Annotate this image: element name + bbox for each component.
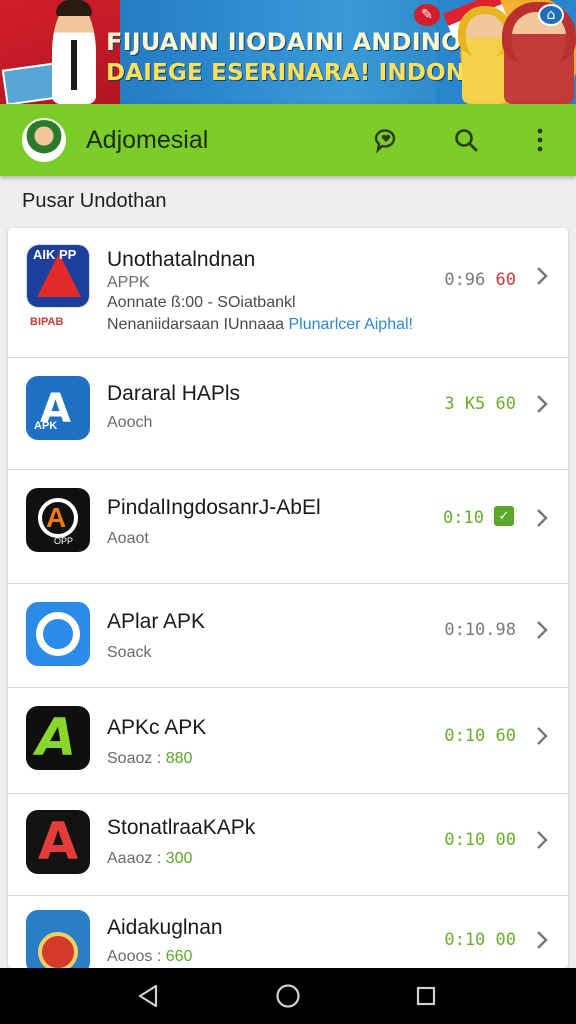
item-title: APlar APK bbox=[107, 610, 206, 633]
list-item[interactable]: A APK Dararal HAPls Aooch 3 K5 60 bbox=[8, 358, 568, 470]
app-icon bbox=[26, 602, 90, 666]
chevron-right-icon[interactable] bbox=[534, 618, 550, 642]
app-icon: A bbox=[26, 706, 90, 770]
nav-back-icon[interactable] bbox=[134, 982, 162, 1010]
app-icon bbox=[26, 910, 90, 968]
item-detail: Aonnate ß:00 - SOiatbankl bbox=[107, 294, 296, 311]
chat-heart-icon[interactable] bbox=[370, 124, 402, 156]
chevron-right-icon[interactable] bbox=[534, 828, 550, 852]
chevron-right-icon[interactable] bbox=[534, 928, 550, 952]
app-icon-label: OPP bbox=[54, 536, 74, 546]
item-subtitle-text: Soaoz : bbox=[107, 750, 166, 767]
item-meta: 0:10 bbox=[443, 508, 484, 528]
app-icon: A APK bbox=[26, 376, 90, 440]
chevron-right-icon[interactable] bbox=[534, 506, 550, 530]
app-icon: AIK PP bbox=[26, 244, 90, 308]
item-title: Dararal HAPls bbox=[107, 382, 241, 405]
banner-man-illustration bbox=[52, 0, 96, 104]
item-subtitle: Aooos : 660 bbox=[107, 948, 192, 966]
item-subtitle: Aoaot bbox=[107, 530, 149, 547]
item-meta: 0:96 60 bbox=[444, 270, 516, 290]
app-icon: A OPP bbox=[26, 488, 90, 552]
badge-icon: ✓ bbox=[494, 506, 514, 526]
list-item[interactable]: APlar APK Soack 0:10.98 bbox=[8, 584, 568, 688]
list-item[interactable]: Aidakuglnan Aooos : 660 0:10 00 bbox=[8, 896, 568, 968]
item-title: Unothatalndnan bbox=[107, 248, 256, 271]
item-meta: 0:10 00 bbox=[444, 930, 516, 950]
app-icon-label: AIK PP bbox=[33, 247, 77, 262]
more-vertical-icon[interactable] bbox=[524, 124, 556, 156]
item-meta: 0:10 00 bbox=[444, 830, 516, 850]
item-description-link[interactable]: Plunarlcer Aiphal! bbox=[288, 316, 413, 333]
section-title: Pusar Undothan bbox=[22, 190, 167, 212]
search-icon[interactable] bbox=[450, 124, 482, 156]
item-meta-value: 60 bbox=[495, 270, 516, 290]
app-list: AIK PP BIPAB Unothatalndnan APPK Aonnate… bbox=[8, 228, 568, 968]
item-subtitle: Aooch bbox=[107, 414, 153, 431]
item-meta-time: 0:96 bbox=[444, 270, 496, 290]
item-subtitle: APPK bbox=[107, 274, 150, 291]
banner-subheadline: DAIEGE ESERINARA! INDONGSDAI bbox=[106, 60, 548, 86]
app-icon-caption: BIPAB bbox=[30, 316, 64, 328]
pin-icon: ✎ bbox=[414, 4, 440, 26]
app-bar: Adjomesial bbox=[0, 104, 576, 176]
app-title: Adjomesial bbox=[86, 126, 209, 154]
chevron-right-icon[interactable] bbox=[534, 724, 550, 748]
banner-headline: FIJUANN IIODAINI ANDINOIRAM bbox=[106, 28, 533, 56]
item-title: StonatlraaKAPk bbox=[107, 816, 256, 839]
chevron-right-icon[interactable] bbox=[534, 264, 550, 288]
item-meta: 0:10.98 bbox=[444, 620, 516, 640]
item-subtitle-value: 880 bbox=[165, 750, 193, 767]
list-item[interactable]: A StonatlraaKAPk Aaaoz : 300 0:10 00 bbox=[8, 794, 568, 896]
nav-recent-icon[interactable] bbox=[412, 982, 440, 1010]
item-subtitle: Soack bbox=[107, 644, 152, 661]
avatar[interactable] bbox=[22, 118, 66, 162]
list-item[interactable]: A OPP PindalIngdosanrJ-AbEl Aoaot 0:10 ✓ bbox=[8, 470, 568, 584]
item-subtitle: Soaoz : 880 bbox=[107, 750, 192, 768]
nav-home-icon[interactable] bbox=[274, 982, 302, 1010]
building-icon: ⌂ bbox=[538, 4, 564, 26]
item-title: Aidakuglnan bbox=[107, 916, 223, 939]
item-description-text: Nenaniidarsaan IUnnaaa bbox=[107, 316, 289, 333]
item-subtitle-text: Aooos : bbox=[107, 948, 166, 965]
item-title: PindalIngdosanrJ-AbEl bbox=[107, 496, 321, 519]
item-subtitle-text: Aaaoz : bbox=[107, 850, 166, 867]
system-nav-bar bbox=[0, 968, 576, 1024]
app-icon-label: APK bbox=[34, 420, 58, 432]
list-item[interactable]: AIK PP BIPAB Unothatalndnan APPK Aonnate… bbox=[8, 228, 568, 358]
top-banner[interactable]: FIJUANN IIODAINI ANDINOIRAM DAIEGE ESERI… bbox=[0, 0, 576, 104]
item-subtitle-value: 660 bbox=[165, 948, 193, 965]
banner-woman-illustration bbox=[458, 6, 512, 104]
item-subtitle: Aaaoz : 300 bbox=[107, 850, 192, 868]
item-meta: 0:10 60 bbox=[444, 726, 516, 746]
item-subtitle-value: 300 bbox=[165, 850, 193, 867]
item-meta: 3 K5 60 bbox=[444, 394, 516, 414]
item-description: Nenaniidarsaan IUnnaaa Plunarlcer Aiphal… bbox=[107, 316, 413, 334]
app-icon: A bbox=[26, 810, 90, 874]
chevron-right-icon[interactable] bbox=[534, 392, 550, 416]
list-item[interactable]: A APKc APK Soaoz : 880 0:10 60 bbox=[8, 688, 568, 794]
item-title: APKc APK bbox=[107, 716, 207, 739]
